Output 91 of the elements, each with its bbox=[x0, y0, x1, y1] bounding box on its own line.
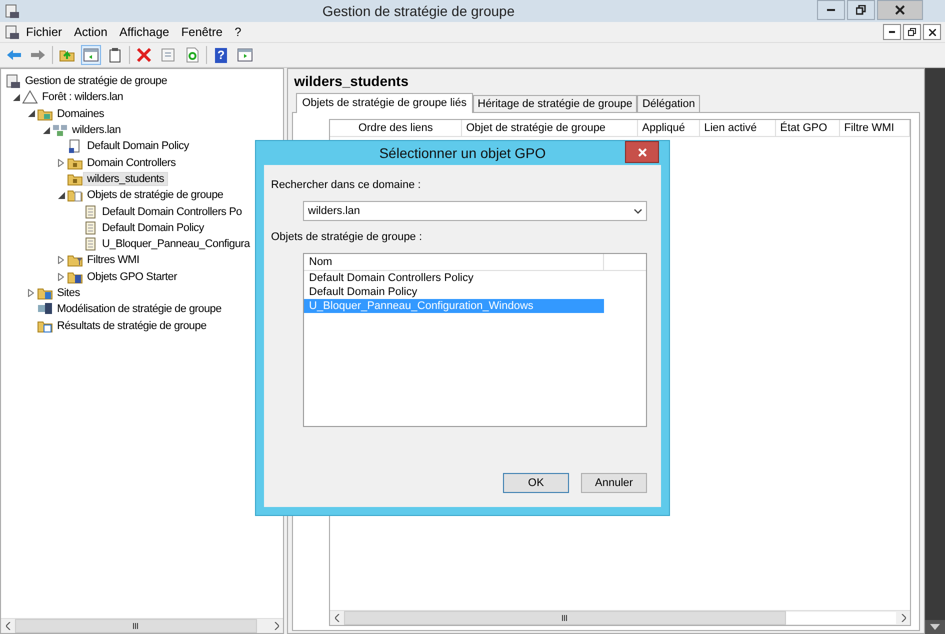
detail-title: wilders_students bbox=[293, 73, 410, 89]
collapse-icon[interactable] bbox=[58, 192, 64, 199]
tree-item[interactable]: Domaines bbox=[53, 106, 108, 121]
collapse-icon[interactable] bbox=[42, 126, 50, 134]
console-icon bbox=[4, 24, 20, 40]
tree-item[interactable]: Default Domain Policy bbox=[98, 220, 208, 235]
tree-item[interactable]: Modélisation de stratégie de groupe bbox=[53, 302, 226, 316]
triangle-icon bbox=[22, 89, 38, 106]
tree-item[interactable]: Gestion de stratégie de groupe bbox=[21, 74, 172, 88]
collapse-icon[interactable] bbox=[28, 110, 34, 118]
field-label: Rechercher dans ce domaine : bbox=[271, 179, 422, 191]
dialog-button[interactable]: OK bbox=[503, 473, 569, 493]
grip-icon[interactable] bbox=[133, 623, 139, 629]
tree-item[interactable]: Forêt : wilders.lan bbox=[38, 90, 128, 104]
left-chevron-icon[interactable] bbox=[6, 622, 10, 630]
tree-item[interactable]: Sites bbox=[53, 286, 84, 300]
column-header[interactable]: Lien activé bbox=[700, 120, 776, 136]
console-icon bbox=[5, 73, 21, 90]
dialog-button[interactable]: Annuler bbox=[581, 473, 647, 493]
clipboard-icon bbox=[107, 47, 123, 63]
column-header[interactable]: Objet de stratégie de groupe bbox=[462, 120, 638, 136]
close-button[interactable] bbox=[625, 141, 659, 163]
column-header[interactable]: Nom bbox=[304, 254, 604, 270]
left-chevron-icon[interactable] bbox=[334, 614, 340, 622]
tree-item[interactable]: Default Domain Controllers Po bbox=[98, 204, 246, 219]
restore-icon bbox=[908, 28, 916, 36]
properties-icon bbox=[160, 47, 176, 63]
tree-item[interactable]: wilders.lan bbox=[68, 123, 125, 138]
down-triangle-icon bbox=[930, 624, 940, 630]
expand-icon[interactable] bbox=[28, 289, 34, 297]
console-icon bbox=[4, 3, 20, 19]
domain-dropdown[interactable]: wilders.lan bbox=[303, 201, 647, 221]
list-item[interactable]: Default Domain Policy bbox=[304, 285, 604, 299]
restore-icon bbox=[856, 5, 866, 15]
menu-item[interactable]: Action bbox=[68, 25, 114, 39]
console-tree-icon bbox=[83, 47, 99, 63]
menu-item[interactable]: ? bbox=[228, 25, 248, 39]
close-icon bbox=[895, 5, 905, 15]
tree-item[interactable]: Objets GPO Starter bbox=[83, 270, 181, 284]
right-chevron-icon[interactable] bbox=[274, 622, 279, 630]
tab[interactable]: Héritage de stratégie de groupe bbox=[472, 95, 638, 113]
close-icon bbox=[928, 28, 936, 36]
scrollbar[interactable] bbox=[1, 618, 284, 633]
minimize-button[interactable] bbox=[817, 0, 845, 20]
network-icon bbox=[52, 122, 68, 138]
menu-item[interactable]: Fenêtre bbox=[175, 25, 229, 39]
tree-item[interactable]: Résultats de stratégie de groupe bbox=[53, 318, 210, 333]
tree-item[interactable]: wilders_students bbox=[83, 172, 168, 186]
minimize-button[interactable] bbox=[883, 24, 901, 40]
column-header[interactable]: État GPO bbox=[776, 120, 840, 136]
column-header[interactable]: Appliqué bbox=[638, 120, 700, 136]
close-button[interactable] bbox=[877, 0, 923, 20]
tree-item[interactable]: Objets de stratégie de groupe bbox=[83, 188, 228, 202]
gpo-list[interactable]: Nom Default Domain Controllers Policy Default Domain Policy U_Bloquer_Panneau_Configuration_Windows bbox=[303, 253, 647, 427]
field-label: Objets de stratégie de groupe : bbox=[271, 231, 424, 243]
chevron-down-icon bbox=[634, 208, 642, 214]
restore-button[interactable] bbox=[903, 24, 921, 40]
minimize-icon bbox=[827, 8, 835, 12]
close-button[interactable] bbox=[923, 24, 941, 40]
toolbar-button[interactable] bbox=[134, 45, 154, 65]
dialog-title: Sélectionner un objet GPO bbox=[378, 145, 547, 161]
tree-item[interactable]: Filtres WMI bbox=[83, 253, 144, 268]
menu-item[interactable]: Fichier bbox=[20, 25, 68, 39]
menu-item[interactable]: Affichage bbox=[113, 25, 176, 39]
tab[interactable]: Délégation bbox=[637, 95, 700, 113]
restore-button[interactable] bbox=[847, 0, 875, 20]
minimize-icon bbox=[889, 31, 895, 33]
scroll-down-button[interactable] bbox=[925, 620, 945, 634]
column-header[interactable]: Ordre des liens bbox=[330, 120, 462, 136]
close-icon bbox=[638, 148, 646, 156]
expand-icon[interactable] bbox=[58, 158, 64, 167]
forward-arrow-icon bbox=[30, 47, 46, 63]
column-header[interactable]: Filtre WMI bbox=[840, 120, 910, 136]
back-arrow-icon bbox=[6, 47, 22, 63]
collapse-icon[interactable] bbox=[12, 94, 20, 101]
help-button[interactable]: ? bbox=[211, 45, 231, 65]
refresh-icon bbox=[184, 47, 200, 63]
expand-icon[interactable] bbox=[58, 256, 64, 264]
grip-icon[interactable] bbox=[562, 615, 568, 621]
tree-item[interactable]: U_Bloquer_Panneau_Configura bbox=[98, 237, 254, 252]
tree-item[interactable]: Default Domain Policy bbox=[83, 139, 193, 154]
window-title: Gestion de stratégie de groupe bbox=[321, 3, 516, 19]
tree-item[interactable]: Domain Controllers bbox=[83, 156, 180, 170]
delete-icon bbox=[136, 47, 152, 63]
right-chevron-icon[interactable] bbox=[900, 614, 906, 622]
expand-icon[interactable] bbox=[58, 272, 64, 281]
action-pane-icon bbox=[237, 47, 253, 63]
scrollbar[interactable] bbox=[330, 610, 910, 625]
tab[interactable]: Objets de stratégie de groupe liés bbox=[296, 93, 473, 113]
list-item[interactable]: Default Domain Controllers Policy bbox=[304, 271, 604, 285]
toolbar-button[interactable] bbox=[81, 45, 101, 65]
